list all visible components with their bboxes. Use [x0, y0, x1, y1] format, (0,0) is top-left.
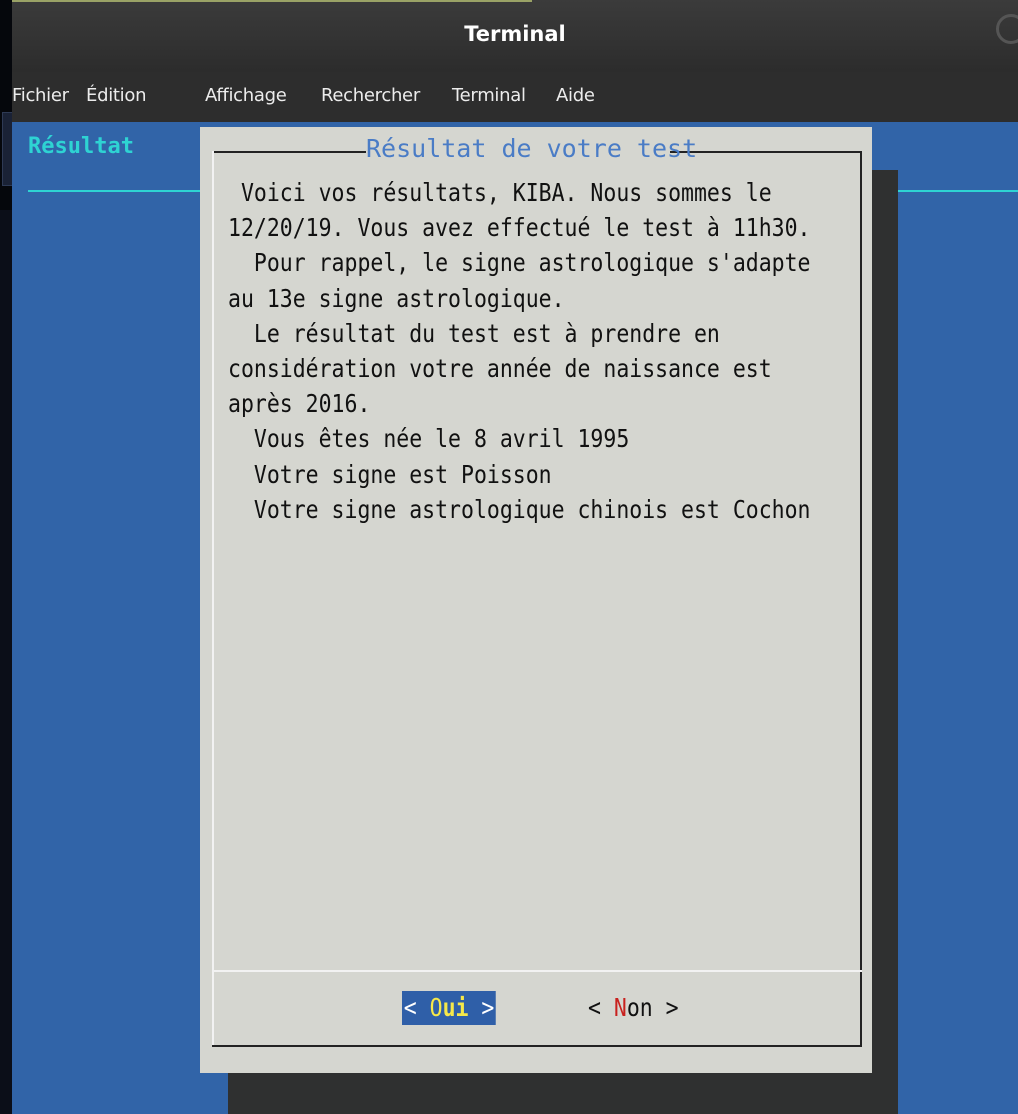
- no-button-label: on: [626, 993, 653, 1022]
- dialog-border: [212, 151, 366, 153]
- result-dialog: Résultat de votre test Voici vos résulta…: [200, 127, 872, 1073]
- menu-affichage[interactable]: Affichage: [205, 85, 287, 106]
- menu-edition[interactable]: Édition: [86, 85, 146, 106]
- yes-button-open: <: [403, 993, 430, 1022]
- dialog-border: [860, 151, 862, 1047]
- yes-button-hotkey: O: [429, 993, 443, 1022]
- yes-button-close: >: [468, 993, 495, 1022]
- window-title: Terminal: [464, 22, 566, 46]
- terminal-window: Terminal Fichier Édition Affichage Reche…: [12, 0, 1018, 1114]
- no-button-close: >: [652, 993, 679, 1022]
- menu-bar: Fichier Édition Affichage Rechercher Ter…: [12, 72, 1018, 122]
- no-button[interactable]: < Non >: [588, 991, 679, 1025]
- menu-aide[interactable]: Aide: [556, 85, 595, 106]
- no-button-open: <: [588, 993, 614, 1022]
- window-control-icon[interactable]: [996, 14, 1018, 44]
- backtitle: Résultat: [28, 134, 134, 159]
- dialog-title: Résultat de votre test: [366, 134, 698, 163]
- title-bar[interactable]: Terminal: [12, 0, 1018, 72]
- no-button-hotkey: N: [613, 993, 627, 1022]
- title-bar-accent: [12, 0, 532, 2]
- dialog-message: Voici vos résultats, KIBA. Nous sommes l…: [228, 178, 811, 524]
- dialog-border: [670, 151, 862, 153]
- yes-button[interactable]: < Oui >: [402, 991, 497, 1025]
- yes-button-label: ui: [442, 993, 469, 1022]
- dialog-border: [212, 151, 214, 1047]
- menu-rechercher[interactable]: Rechercher: [321, 85, 420, 106]
- dialog-border: [212, 1045, 862, 1047]
- menu-fichier[interactable]: Fichier: [12, 85, 69, 106]
- dialog-button-separator: [212, 970, 862, 972]
- menu-terminal[interactable]: Terminal: [452, 85, 526, 106]
